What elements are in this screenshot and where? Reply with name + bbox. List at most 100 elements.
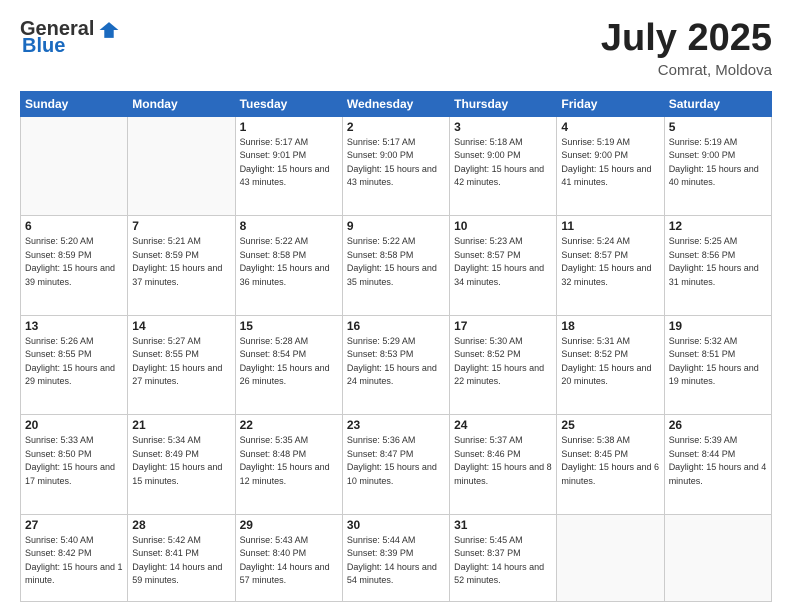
calendar-cell [21, 116, 128, 216]
day-number: 21 [132, 418, 230, 432]
day-number: 5 [669, 120, 767, 134]
day-info: Sunrise: 5:31 AM Sunset: 8:52 PM Dayligh… [561, 335, 659, 389]
day-info: Sunrise: 5:24 AM Sunset: 8:57 PM Dayligh… [561, 235, 659, 289]
day-info: Sunrise: 5:21 AM Sunset: 8:59 PM Dayligh… [132, 235, 230, 289]
day-number: 31 [454, 518, 552, 532]
day-info: Sunrise: 5:44 AM Sunset: 8:39 PM Dayligh… [347, 534, 445, 588]
weekday-header-monday: Monday [128, 91, 235, 116]
day-info: Sunrise: 5:45 AM Sunset: 8:37 PM Dayligh… [454, 534, 552, 588]
day-info: Sunrise: 5:43 AM Sunset: 8:40 PM Dayligh… [240, 534, 338, 588]
day-info: Sunrise: 5:28 AM Sunset: 8:54 PM Dayligh… [240, 335, 338, 389]
calendar-cell: 30 Sunrise: 5:44 AM Sunset: 8:39 PM Dayli… [342, 514, 449, 601]
day-number: 1 [240, 120, 338, 134]
day-info: Sunrise: 5:25 AM Sunset: 8:56 PM Dayligh… [669, 235, 767, 289]
calendar-cell: 8 Sunrise: 5:22 AM Sunset: 8:58 PM Daylig… [235, 216, 342, 316]
day-number: 18 [561, 319, 659, 333]
day-number: 3 [454, 120, 552, 134]
day-info: Sunrise: 5:34 AM Sunset: 8:49 PM Dayligh… [132, 434, 230, 488]
day-number: 25 [561, 418, 659, 432]
day-info: Sunrise: 5:36 AM Sunset: 8:47 PM Dayligh… [347, 434, 445, 488]
calendar-week-row: 27Sunrise: 5:40 AM Sunset: 8:42 PM Dayli… [21, 514, 772, 601]
day-number: 16 [347, 319, 445, 333]
calendar-cell: 20Sunrise: 5:33 AM Sunset: 8:50 PM Dayli… [21, 415, 128, 515]
calendar-cell: 31 Sunrise: 5:45 AM Sunset: 8:37 PM Dayli… [450, 514, 557, 601]
calendar-cell: 25 Sunrise: 5:38 AM Sunset: 8:45 PM Dayli… [557, 415, 664, 515]
calendar-table: SundayMondayTuesdayWednesdayThursdayFrid… [20, 91, 772, 602]
day-info: Sunrise: 5:17 AM Sunset: 9:00 PM Dayligh… [347, 136, 445, 190]
day-number: 8 [240, 219, 338, 233]
weekday-header-row: SundayMondayTuesdayWednesdayThursdayFrid… [21, 91, 772, 116]
calendar-cell: 14Sunrise: 5:27 AM Sunset: 8:55 PM Dayli… [128, 315, 235, 415]
calendar-cell: 5 Sunrise: 5:19 AM Sunset: 9:00 PM Daylig… [664, 116, 771, 216]
weekday-header-sunday: Sunday [21, 91, 128, 116]
location-subtitle: Comrat, Moldova [601, 62, 772, 79]
calendar-week-row: 1 Sunrise: 5:17 AM Sunset: 9:01 PM Daylig… [21, 116, 772, 216]
day-number: 10 [454, 219, 552, 233]
calendar-cell [128, 116, 235, 216]
day-number: 19 [669, 319, 767, 333]
calendar-week-row: 20Sunrise: 5:33 AM Sunset: 8:50 PM Dayli… [21, 415, 772, 515]
calendar-week-row: 6Sunrise: 5:20 AM Sunset: 8:59 PM Daylig… [21, 216, 772, 316]
weekday-header-wednesday: Wednesday [342, 91, 449, 116]
day-info: Sunrise: 5:33 AM Sunset: 8:50 PM Dayligh… [25, 434, 123, 488]
calendar-cell [557, 514, 664, 601]
day-info: Sunrise: 5:23 AM Sunset: 8:57 PM Dayligh… [454, 235, 552, 289]
day-info: Sunrise: 5:17 AM Sunset: 9:01 PM Dayligh… [240, 136, 338, 190]
day-number: 9 [347, 219, 445, 233]
day-number: 6 [25, 219, 123, 233]
calendar-cell: 12 Sunrise: 5:25 AM Sunset: 8:56 PM Dayli… [664, 216, 771, 316]
day-info: Sunrise: 5:19 AM Sunset: 9:00 PM Dayligh… [669, 136, 767, 190]
day-info: Sunrise: 5:38 AM Sunset: 8:45 PM Dayligh… [561, 434, 659, 488]
day-number: 4 [561, 120, 659, 134]
calendar-cell: 23 Sunrise: 5:36 AM Sunset: 8:47 PM Dayli… [342, 415, 449, 515]
calendar-cell: 10 Sunrise: 5:23 AM Sunset: 8:57 PM Dayli… [450, 216, 557, 316]
calendar-cell: 9 Sunrise: 5:22 AM Sunset: 8:58 PM Daylig… [342, 216, 449, 316]
calendar-cell: 19Sunrise: 5:32 AM Sunset: 8:51 PM Dayli… [664, 315, 771, 415]
day-number: 30 [347, 518, 445, 532]
day-number: 27 [25, 518, 123, 532]
calendar-cell: 28Sunrise: 5:42 AM Sunset: 8:41 PM Dayli… [128, 514, 235, 601]
logo-blue-text: Blue [22, 35, 65, 58]
day-info: Sunrise: 5:42 AM Sunset: 8:41 PM Dayligh… [132, 534, 230, 588]
day-info: Sunrise: 5:27 AM Sunset: 8:55 PM Dayligh… [132, 335, 230, 389]
day-number: 17 [454, 319, 552, 333]
calendar-cell: 6Sunrise: 5:20 AM Sunset: 8:59 PM Daylig… [21, 216, 128, 316]
calendar-cell: 2Sunrise: 5:17 AM Sunset: 9:00 PM Daylig… [342, 116, 449, 216]
weekday-header-saturday: Saturday [664, 91, 771, 116]
calendar-week-row: 13Sunrise: 5:26 AM Sunset: 8:55 PM Dayli… [21, 315, 772, 415]
calendar-cell: 17 Sunrise: 5:30 AM Sunset: 8:52 PM Dayli… [450, 315, 557, 415]
day-number: 11 [561, 219, 659, 233]
logo-icon [98, 19, 120, 41]
calendar-cell: 26Sunrise: 5:39 AM Sunset: 8:44 PM Dayli… [664, 415, 771, 515]
day-number: 15 [240, 319, 338, 333]
calendar-cell: 29Sunrise: 5:43 AM Sunset: 8:40 PM Dayli… [235, 514, 342, 601]
calendar-cell: 21 Sunrise: 5:34 AM Sunset: 8:49 PM Dayli… [128, 415, 235, 515]
calendar-cell: 3 Sunrise: 5:18 AM Sunset: 9:00 PM Daylig… [450, 116, 557, 216]
day-info: Sunrise: 5:22 AM Sunset: 8:58 PM Dayligh… [240, 235, 338, 289]
title-block: July 2025 Comrat, Moldova [601, 18, 772, 79]
page: General Blue July 2025 Comrat, Moldova S… [0, 0, 792, 612]
day-info: Sunrise: 5:30 AM Sunset: 8:52 PM Dayligh… [454, 335, 552, 389]
day-number: 24 [454, 418, 552, 432]
logo: General Blue [20, 18, 120, 58]
day-number: 23 [347, 418, 445, 432]
calendar-cell: 15 Sunrise: 5:28 AM Sunset: 8:54 PM Dayli… [235, 315, 342, 415]
calendar-cell: 27Sunrise: 5:40 AM Sunset: 8:42 PM Dayli… [21, 514, 128, 601]
day-number: 12 [669, 219, 767, 233]
day-info: Sunrise: 5:39 AM Sunset: 8:44 PM Dayligh… [669, 434, 767, 488]
calendar-cell: 11 Sunrise: 5:24 AM Sunset: 8:57 PM Dayli… [557, 216, 664, 316]
day-info: Sunrise: 5:22 AM Sunset: 8:58 PM Dayligh… [347, 235, 445, 289]
day-info: Sunrise: 5:18 AM Sunset: 9:00 PM Dayligh… [454, 136, 552, 190]
calendar-cell: 1 Sunrise: 5:17 AM Sunset: 9:01 PM Daylig… [235, 116, 342, 216]
calendar-cell: 18 Sunrise: 5:31 AM Sunset: 8:52 PM Dayli… [557, 315, 664, 415]
calendar-cell: 7 Sunrise: 5:21 AM Sunset: 8:59 PM Daylig… [128, 216, 235, 316]
month-title: July 2025 [601, 18, 772, 60]
calendar-cell: 22Sunrise: 5:35 AM Sunset: 8:48 PM Dayli… [235, 415, 342, 515]
header: General Blue July 2025 Comrat, Moldova [20, 18, 772, 79]
day-info: Sunrise: 5:35 AM Sunset: 8:48 PM Dayligh… [240, 434, 338, 488]
day-number: 7 [132, 219, 230, 233]
day-info: Sunrise: 5:26 AM Sunset: 8:55 PM Dayligh… [25, 335, 123, 389]
calendar-cell: 13Sunrise: 5:26 AM Sunset: 8:55 PM Dayli… [21, 315, 128, 415]
weekday-header-thursday: Thursday [450, 91, 557, 116]
calendar-cell: 4Sunrise: 5:19 AM Sunset: 9:00 PM Daylig… [557, 116, 664, 216]
